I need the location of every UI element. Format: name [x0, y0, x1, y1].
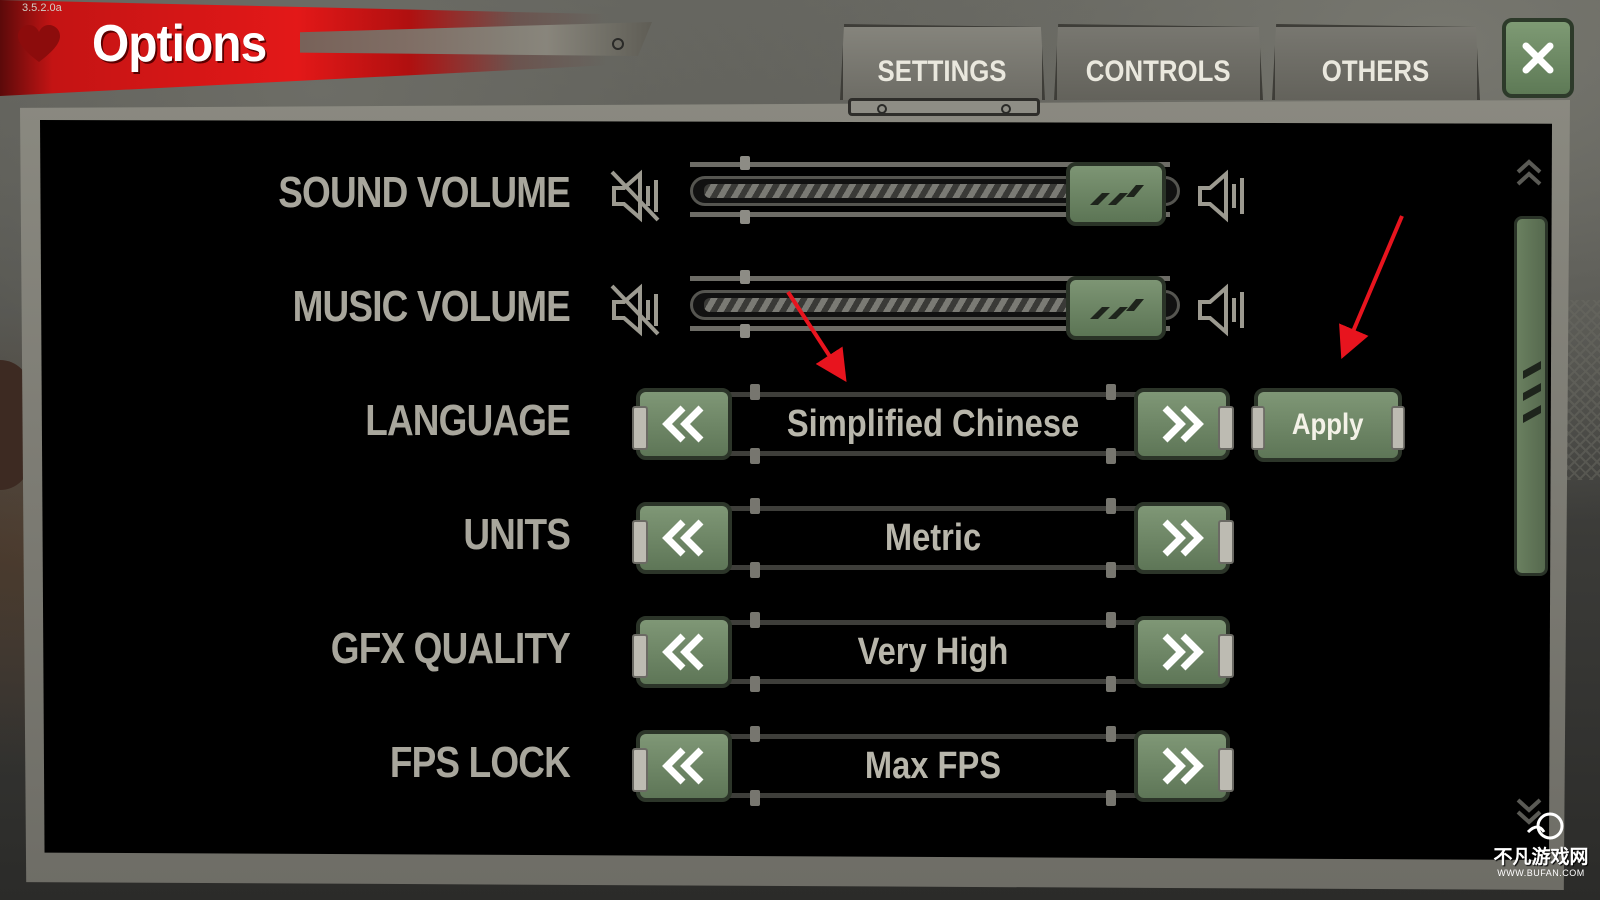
language-next-button[interactable] [1134, 388, 1234, 460]
page-title: Options [92, 15, 267, 73]
units-prev-button[interactable] [632, 502, 732, 574]
tab-controls[interactable]: CONTROLS [1054, 24, 1263, 100]
units-next-button[interactable] [1134, 502, 1234, 574]
speaker-max-icon[interactable] [1196, 166, 1250, 226]
apply-button-label: Apply [1292, 408, 1364, 441]
music-volume-label: MUSIC VOLUME [292, 282, 571, 331]
fps-lock-selector: Max FPS [632, 724, 1234, 808]
close-icon [1522, 42, 1554, 74]
speaker-mute-icon[interactable] [608, 166, 662, 226]
units-selector: Metric [632, 496, 1234, 580]
watermark: 不凡游戏网 WWW.BUFAN.COM [1486, 812, 1596, 898]
tab-controls-label: CONTROLS [1086, 54, 1231, 88]
sound-volume-label: SOUND VOLUME [278, 168, 571, 217]
tab-others-label: OTHERS [1322, 54, 1430, 88]
heart-icon [18, 25, 60, 62]
close-button[interactable] [1502, 18, 1574, 98]
double-chevron-left-icon [662, 633, 704, 671]
music-volume-thumb[interactable] [1066, 276, 1166, 340]
double-chevron-right-icon [1162, 519, 1204, 557]
language-value: Simplified Chinese [786, 402, 1080, 445]
gfx-quality-value: Very High [857, 630, 1009, 673]
apply-button[interactable]: Apply [1251, 388, 1405, 462]
fps-lock-label: FPS LOCK [389, 738, 571, 787]
scroll-up-icon[interactable] [1514, 152, 1544, 192]
fps-lock-prev-button[interactable] [632, 730, 732, 802]
tab-settings-label: SETTINGS [877, 54, 1007, 88]
active-tab-clip [848, 98, 1040, 116]
double-chevron-right-icon [1162, 405, 1204, 443]
scroll-thumb[interactable] [1514, 216, 1548, 576]
tab-others[interactable]: OTHERS [1272, 24, 1480, 100]
fps-lock-value: Max FPS [864, 744, 1002, 787]
slash-marks-icon [1090, 299, 1144, 319]
gfx-quality-prev-button[interactable] [632, 616, 732, 688]
banner-bolt [612, 38, 624, 50]
double-chevron-right-icon [1162, 633, 1204, 671]
version-text: 3.5.2.0a [22, 2, 62, 14]
double-chevron-left-icon [662, 747, 704, 785]
speaker-max-icon[interactable] [1196, 280, 1250, 340]
double-chevron-left-icon [662, 519, 704, 557]
gfx-quality-selector: Very High [632, 610, 1234, 694]
units-label: UNITS [463, 510, 571, 559]
speaker-mute-icon[interactable] [608, 280, 662, 340]
watermark-url: WWW.BUFAN.COM [1497, 868, 1585, 878]
language-label: LANGUAGE [365, 396, 571, 445]
sound-volume-thumb[interactable] [1066, 162, 1166, 226]
watermark-text: 不凡游戏网 [1493, 846, 1589, 868]
fps-lock-next-button[interactable] [1134, 730, 1234, 802]
double-chevron-left-icon [662, 405, 704, 443]
units-value: Metric [884, 516, 982, 559]
gfx-quality-next-button[interactable] [1134, 616, 1234, 688]
slash-marks-icon [1523, 361, 1541, 423]
sound-volume-slider[interactable] [690, 156, 1180, 226]
sound-volume-fill [704, 184, 1070, 198]
music-volume-slider[interactable] [690, 270, 1180, 340]
slash-marks-icon [1090, 185, 1144, 205]
language-prev-button[interactable] [632, 388, 732, 460]
music-volume-fill [704, 298, 1070, 312]
gfx-quality-label: GFX QUALITY [330, 624, 571, 673]
language-selector: Simplified Chinese [632, 382, 1234, 466]
double-chevron-right-icon [1162, 747, 1204, 785]
tab-settings[interactable]: SETTINGS [840, 24, 1045, 100]
watermark-logo-icon [1526, 812, 1564, 840]
